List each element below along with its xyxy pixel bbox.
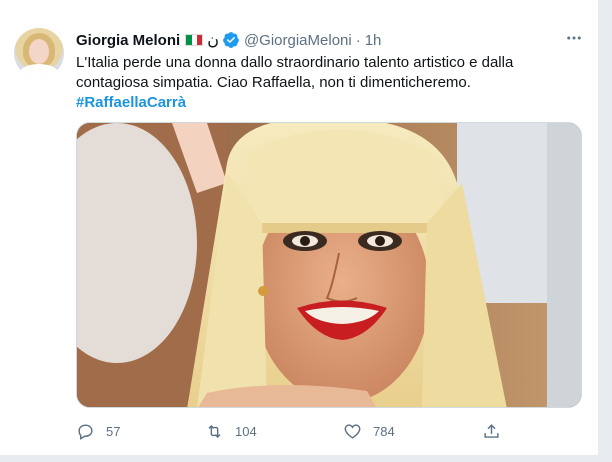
tweet-card[interactable]: Giorgia Meloni ن @GiorgiaMeloni · 1h L'I… [0,0,599,455]
tweet-text: L'Italia perde una donna dallo straordin… [76,54,514,91]
photo-portrait [77,123,581,407]
header-separator: · [355,31,361,49]
reply-icon [78,423,93,440]
arabic-letter: ن [207,32,219,49]
heart-icon [344,423,361,439]
tweet-actions: 57 104 784 [76,419,506,443]
reply-count: 57 [106,423,121,439]
author-handle[interactable]: @GiorgiaMeloni [244,32,352,49]
italy-flag-icon [185,34,204,46]
avatar-face [29,39,49,64]
tweet-timestamp[interactable]: 1h [365,32,382,49]
retweet-icon [208,424,221,438]
retweet-count: 104 [235,423,257,439]
tweet-header: Giorgia Meloni ن @GiorgiaMeloni · 1h [76,30,381,50]
avatar-shirt [19,64,59,78]
more-options-icon[interactable] [565,29,583,47]
verified-badge-icon [223,32,239,48]
tweet-photo[interactable] [76,122,582,408]
author-name[interactable]: Giorgia Meloni [76,32,180,49]
like-button[interactable]: 784 [343,419,395,443]
reply-button[interactable]: 57 [76,419,120,443]
author-avatar[interactable] [14,28,64,78]
share-icon [484,423,499,438]
share-button[interactable] [482,419,501,443]
like-count: 784 [373,423,395,439]
hashtag-link[interactable]: #RaffaellaCarrà [76,93,186,113]
retweet-button[interactable]: 104 [205,419,257,443]
